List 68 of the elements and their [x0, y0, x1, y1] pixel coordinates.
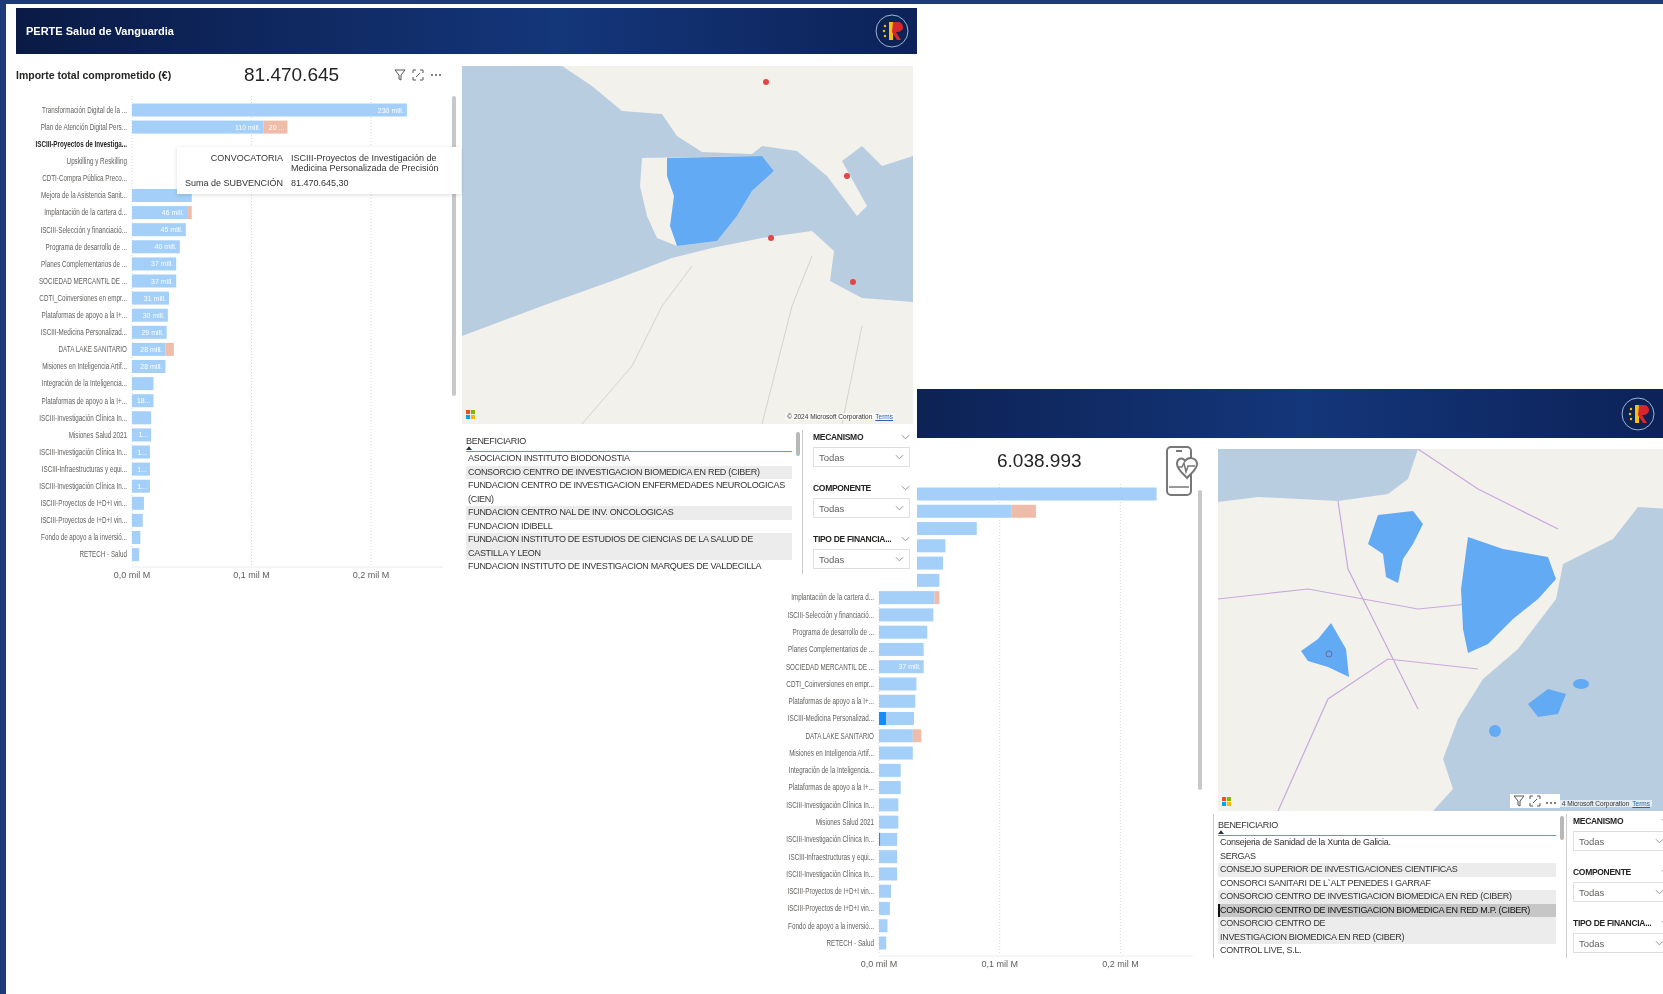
- kpi-label: Importe total comprometido (€): [16, 69, 173, 81]
- category-label: ISCIII-Proyectos de I+D+I vin...: [40, 498, 127, 509]
- kpi-value: 6.038.993: [997, 450, 1082, 472]
- category-label: ISCIII-Infraestructuras y equi...: [788, 851, 874, 862]
- tooltip-value: 81.470.645,30: [291, 178, 350, 188]
- category-label: ISCIII-Investigación Clínica In...: [786, 799, 874, 810]
- category-label: ISCIII-Selección y financiació...: [787, 609, 874, 620]
- category-label: Misiones Salud 2021: [815, 817, 874, 828]
- slicer-title: TIPO DE FINANCIA...: [813, 533, 892, 544]
- category-label: ISCIII-Medicina Personalizad...: [787, 713, 874, 724]
- category-label: ISCIII-Investigación Clínica In...: [39, 412, 127, 423]
- category-label: ISCIII-Proyectos de I+D+I vin...: [787, 903, 874, 914]
- report-title: PERTE Salud de Vanguardia: [26, 25, 174, 37]
- category-label: Planes Complementarios de ...: [788, 644, 874, 655]
- category-label: Plataformas de apoyo a la I+...: [788, 782, 874, 793]
- tooltip-label: CONVOCATORIA: [209, 153, 284, 165]
- category-label: ISCIII-Proyectos de I+D+I vin...: [787, 886, 874, 897]
- axis-tick-label: 0,1 mil M: [981, 959, 1018, 969]
- tooltip-value: ISCIII-Proyectos de Investigación de Medicina Personalizada de Precisión: [291, 153, 440, 173]
- category-label: ISCIII-Infraestructuras y equi...: [41, 464, 127, 475]
- slicer-title: MECANISMO: [813, 431, 864, 442]
- category-label: Integración de la Inteligencia...: [788, 765, 874, 776]
- category-label: Implantación de la cartera d...: [44, 207, 127, 218]
- category-label: CDTI_Coinversiones en empr...: [786, 678, 874, 690]
- category-label: DATA LAKE SANITARIO: [58, 344, 127, 355]
- category-label: ISCIII-Investigación Clínica In...: [39, 446, 127, 458]
- category-label: Transformación Digital de la ...: [42, 104, 127, 116]
- category-label: Mejora de la Asistencia Sanit...: [41, 190, 127, 201]
- category-label: Misiones Salud 2021: [68, 429, 127, 440]
- kpi-value: 81.470.645: [244, 64, 340, 86]
- axis-tick-label: 0,1 mil M: [233, 570, 270, 580]
- category-label: SOCIEDAD MERCANTIL DE ...: [38, 275, 127, 287]
- slicer-title: COMPONENTE: [1573, 866, 1631, 877]
- category-label: SOCIEDAD MERCANTIL DE ...: [785, 661, 874, 672]
- tooltip-label: Suma de SUBVENCIÓN: [185, 178, 284, 188]
- category-label: Fondo de apoyo a la inversió...: [788, 920, 874, 931]
- axis-tick-label: 0,2 mil M: [1102, 959, 1139, 969]
- category-label: Plataformas de apoyo a la I+...: [41, 395, 127, 406]
- slicer-title: MECANISMO: [1573, 815, 1624, 826]
- axis-tick-label: 0,0 mil M: [860, 959, 898, 969]
- category-label: Misiones en Inteligencia Artif...: [42, 361, 127, 372]
- axis-tick-label: 0,0 mil M: [113, 570, 151, 580]
- category-label: Upskilling y Reskilling: [66, 156, 127, 167]
- category-label: DATA LAKE SANITARIO: [805, 730, 874, 741]
- slicer-title: TIPO DE FINANCIA...: [1573, 917, 1652, 928]
- category-label: Plataformas de apoyo a la I+...: [788, 696, 874, 707]
- axis-tick-label: 0,2 mil M: [352, 570, 390, 580]
- category-label: RETECH - Salud: [826, 937, 874, 949]
- category-label: Fondo de apoyo a la inversió...: [41, 532, 127, 543]
- category-label: Plataformas de apoyo a la I+...: [41, 310, 127, 321]
- category-label: ISCIII-Medicina Personalizad...: [40, 327, 127, 338]
- category-label: Integración de la Inteligencia...: [41, 378, 127, 389]
- category-label: ISCIII-Investigación Clínica In...: [786, 868, 874, 880]
- category-label: Implantación de la cartera d...: [791, 592, 874, 603]
- category-label: Plan de Atención Digital Pers...: [40, 122, 127, 133]
- category-label: Misiones en Inteligencia Artif...: [789, 747, 874, 759]
- category-label: Planes Complementarios de ...: [41, 258, 127, 269]
- category-label: CDTI_Coinversiones en empr...: [39, 293, 127, 304]
- category-label: ISCIII-Proyectos de I+D+I vin...: [40, 515, 127, 526]
- category-label: ISCIII-Investigación Clínica In...: [39, 481, 127, 492]
- category-label: RETECH - Salud: [79, 549, 127, 560]
- category-label: Programa de desarrollo de ...: [792, 627, 874, 638]
- category-label: ISCIII-Proyectos de Investiga...: [35, 139, 127, 150]
- category-label: ISCIII-Selección y financiació...: [40, 224, 127, 235]
- category-label: Programa de desarrollo de ...: [45, 241, 127, 252]
- category-label: ISCIII-Investigación Clínica In...: [786, 834, 874, 845]
- category-label: CDTI-Compra Pública Preco...: [42, 173, 127, 184]
- slicer-title: COMPONENTE: [813, 482, 871, 493]
